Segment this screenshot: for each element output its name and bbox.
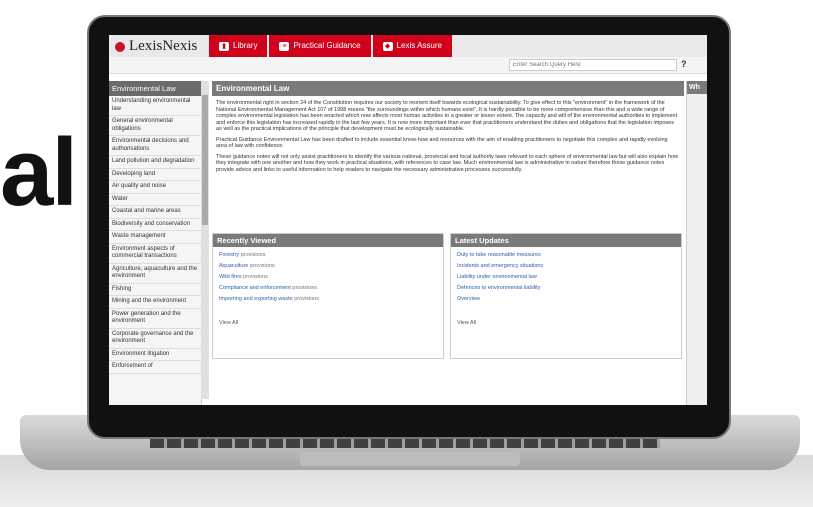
sidebar-item[interactable]: Agriculture, aquaculture and the environ… xyxy=(109,264,201,284)
document-icon: ≡ xyxy=(279,41,290,51)
sidebar: Environmental Law Understanding environm… xyxy=(109,81,202,405)
sidebar-item[interactable]: Developing land xyxy=(109,169,201,181)
recent-link[interactable]: Compliance and enforcement provisions xyxy=(213,280,443,291)
view-all-link[interactable]: View All xyxy=(451,302,681,326)
sidebar-item[interactable]: Environment litigation xyxy=(109,349,201,361)
app-screen: LexisNexis ▮ Library ≡ Practical Guidanc… xyxy=(109,35,707,405)
search-input[interactable] xyxy=(509,59,677,71)
background-headline: al xyxy=(0,119,78,226)
help-icon[interactable]: ? xyxy=(681,59,687,69)
top-tabs: ▮ Library ≡ Practical Guidance ◆ Lexis A… xyxy=(209,35,454,57)
tab-library[interactable]: ▮ Library xyxy=(209,35,268,57)
shield-icon: ◆ xyxy=(382,41,393,51)
sidebar-item[interactable]: Air quality and noise xyxy=(109,181,201,194)
book-icon: ▮ xyxy=(219,41,229,51)
page-title: Environmental Law xyxy=(212,81,684,96)
recent-link[interactable]: Forestry provisions xyxy=(213,247,443,258)
trackpad xyxy=(300,452,520,466)
sidebar-item[interactable]: Environmental decisions and authorisatio… xyxy=(109,136,201,156)
sidebar-item[interactable]: Water xyxy=(109,194,201,206)
update-link[interactable]: Incidents and emergency situations xyxy=(451,258,681,269)
intro-text: The environmental right in section 24 of… xyxy=(212,96,684,177)
latest-updates-panel: Latest Updates Duty to take reasonable m… xyxy=(450,233,682,359)
sidebar-item[interactable]: Power generation and the environment xyxy=(109,309,201,329)
view-all-link[interactable]: View All xyxy=(213,302,443,326)
recent-link[interactable]: Importing and exporting waste provisions xyxy=(213,291,443,302)
sidebar-item[interactable]: Mining and the environment xyxy=(109,296,201,309)
panel-title: Latest Updates xyxy=(451,234,681,247)
sidebar-item[interactable]: Land pollution and degradation xyxy=(109,156,201,169)
sidebar-item[interactable]: Environment aspects of commercial transa… xyxy=(109,244,201,264)
sidebar-item[interactable]: Understanding environmental law xyxy=(109,96,201,116)
main-content: Environmental Law The environmental righ… xyxy=(212,81,684,403)
sidebar-item[interactable]: Waste management xyxy=(109,231,201,244)
logo[interactable]: LexisNexis xyxy=(115,38,197,55)
sidebar-item[interactable]: Corporate governance and the environment xyxy=(109,329,201,349)
tab-practical-guidance[interactable]: ≡ Practical Guidance xyxy=(269,35,371,57)
update-link[interactable]: Defences to environmental liability xyxy=(451,280,681,291)
sidebar-item[interactable]: Coastal and marine areas xyxy=(109,206,201,219)
right-panel-heading: Wh xyxy=(687,81,707,94)
recent-link[interactable]: Wild fires provisions xyxy=(213,269,443,280)
sidebar-heading[interactable]: Environmental Law xyxy=(109,81,201,96)
tab-lexis-assure[interactable]: ◆ Lexis Assure xyxy=(372,35,452,57)
update-link[interactable]: Duty to take reasonable measures xyxy=(451,247,681,258)
paragraph: These guidance notes will not only assis… xyxy=(216,153,678,173)
recent-link[interactable]: Aquaculture provisions xyxy=(213,258,443,269)
paragraph: Practical Guidance Environmental Law has… xyxy=(216,136,668,150)
app-header: LexisNexis ▮ Library ≡ Practical Guidanc… xyxy=(109,35,707,58)
paragraph: The environmental right in section 24 of… xyxy=(216,100,678,132)
sidebar-item[interactable]: Enforcement of xyxy=(109,361,201,374)
search-bar: ? xyxy=(109,57,707,74)
panel-title: Recently Viewed xyxy=(213,234,443,247)
sidebar-item[interactable]: General environmental obligations xyxy=(109,116,201,136)
sidebar-item[interactable]: Biodiversity and conservation xyxy=(109,219,201,231)
logo-icon xyxy=(115,41,125,52)
right-panel: Wh xyxy=(686,81,707,405)
recently-viewed-panel: Recently Viewed Forestry provisions Aqua… xyxy=(212,233,444,359)
update-link[interactable]: Liability under environmental law xyxy=(451,269,681,280)
sidebar-scrollbar[interactable] xyxy=(201,81,209,399)
sidebar-item[interactable]: Fishing xyxy=(109,284,201,296)
update-link[interactable]: Overview xyxy=(451,291,681,302)
scroll-thumb[interactable] xyxy=(202,95,208,225)
